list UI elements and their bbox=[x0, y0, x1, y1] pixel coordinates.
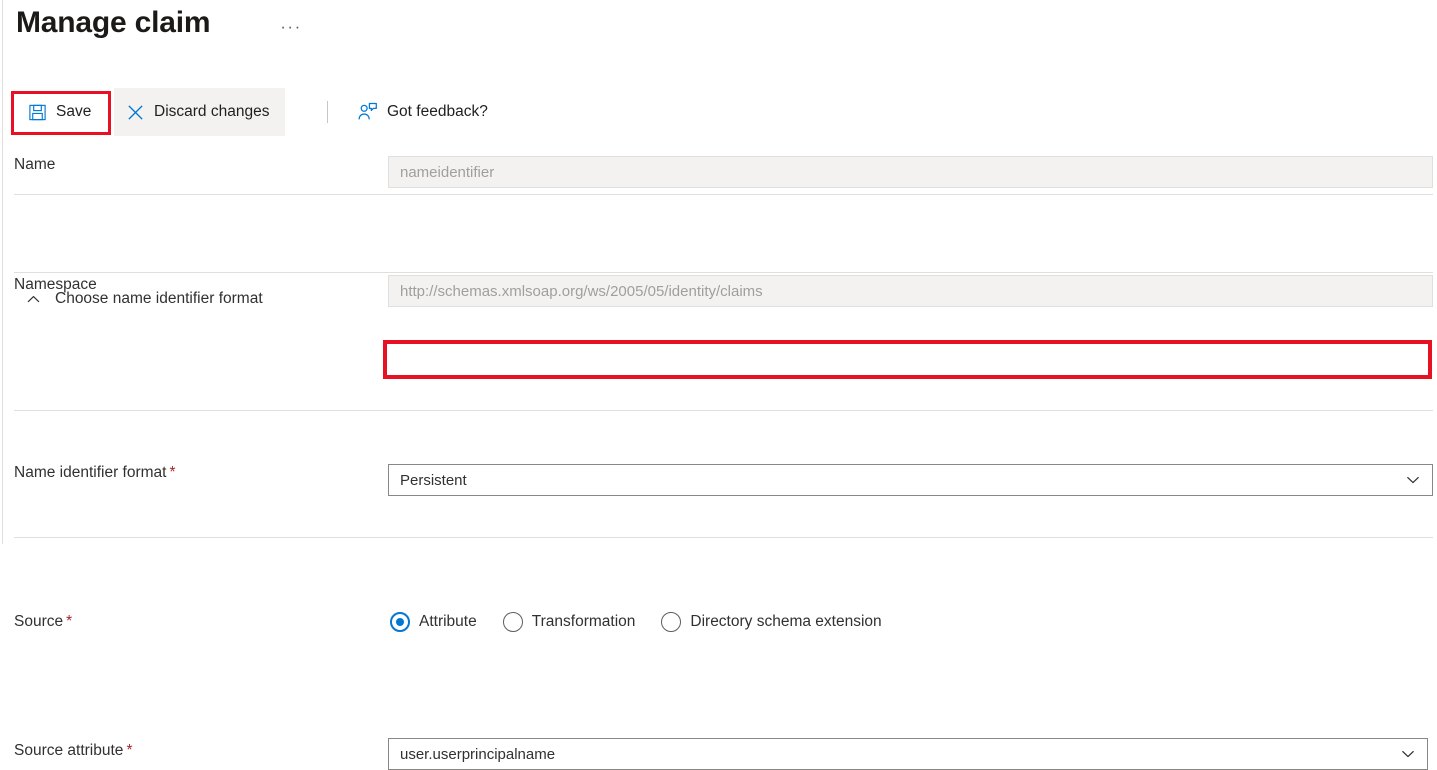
title-bar: Manage claim ··· bbox=[0, 0, 1437, 78]
source-attribute-dropdown[interactable]: user.userprincipalname bbox=[388, 738, 1428, 770]
source-radio-transformation[interactable]: Transformation bbox=[502, 612, 636, 632]
more-options-icon[interactable]: ··· bbox=[280, 16, 302, 38]
form-row-source-attribute: Source attribute * user.userprincipalname bbox=[0, 380, 1437, 770]
name-identifier-format-label-text: Name identifier format bbox=[14, 464, 167, 481]
row-divider-4 bbox=[14, 537, 1433, 538]
save-button[interactable]: Save bbox=[16, 88, 103, 136]
source-attribute-label: Source attribute * bbox=[14, 742, 132, 760]
form-row-namespace: Namespace http://schemas.xmlsoap.org/ws/… bbox=[0, 196, 1437, 307]
required-asterisk: * bbox=[66, 613, 73, 630]
source-radio-group: Attribute Transformation Directory schem… bbox=[390, 612, 882, 632]
discard-changes-button[interactable]: Discard changes bbox=[114, 88, 286, 136]
form-row-name-identifier-format: Name identifier format * Persistent bbox=[0, 256, 1437, 496]
required-asterisk: * bbox=[169, 464, 176, 481]
radio-mark-icon bbox=[661, 612, 682, 632]
source-radio-attribute[interactable]: Attribute bbox=[390, 612, 477, 632]
page-title: Manage claim bbox=[16, 6, 211, 39]
save-floppy-icon bbox=[28, 103, 47, 122]
name-input: nameidentifier bbox=[388, 156, 1433, 188]
source-label-text: Source bbox=[14, 613, 64, 630]
got-feedback-button[interactable]: Got feedback? bbox=[345, 88, 500, 136]
form-row-name: Name nameidentifier bbox=[0, 136, 1437, 196]
name-label: Name bbox=[14, 156, 56, 173]
required-asterisk: * bbox=[126, 742, 133, 759]
got-feedback-label: Got feedback? bbox=[387, 102, 488, 120]
source-radio-transformation-label: Transformation bbox=[531, 613, 636, 630]
source-attribute-label-text: Source attribute bbox=[14, 742, 124, 759]
radio-mark-icon bbox=[502, 612, 523, 632]
person-feedback-icon bbox=[357, 102, 378, 123]
chevron-down-icon bbox=[1405, 472, 1421, 488]
form-row-source: Source * Attribute Transformation Directo… bbox=[0, 316, 1437, 632]
discard-changes-label: Discard changes bbox=[154, 102, 270, 120]
row-divider-1 bbox=[14, 194, 1433, 195]
source-radio-directory-schema-extension[interactable]: Directory schema extension bbox=[661, 612, 882, 632]
name-identifier-format-value: Persistent bbox=[400, 471, 467, 489]
name-identifier-format-label: Name identifier format * bbox=[14, 464, 176, 482]
source-attribute-value: user.userprincipalname bbox=[400, 745, 556, 763]
source-radio-attribute-label: Attribute bbox=[419, 613, 477, 630]
source-label: Source * bbox=[14, 613, 72, 631]
command-bar: Save Discard changes Got feedback? bbox=[0, 88, 1437, 136]
save-button-label: Save bbox=[56, 102, 92, 120]
source-radio-directory-schema-extension-label: Directory schema extension bbox=[690, 613, 882, 630]
chevron-down-icon bbox=[1400, 746, 1416, 762]
radio-mark-selected-icon bbox=[390, 612, 410, 632]
toolbar-separator bbox=[327, 101, 328, 123]
claim-form: Name nameidentifier Namespace http://sch… bbox=[0, 136, 1437, 770]
name-identifier-format-dropdown[interactable]: Persistent bbox=[388, 464, 1433, 496]
close-x-icon bbox=[126, 103, 145, 122]
